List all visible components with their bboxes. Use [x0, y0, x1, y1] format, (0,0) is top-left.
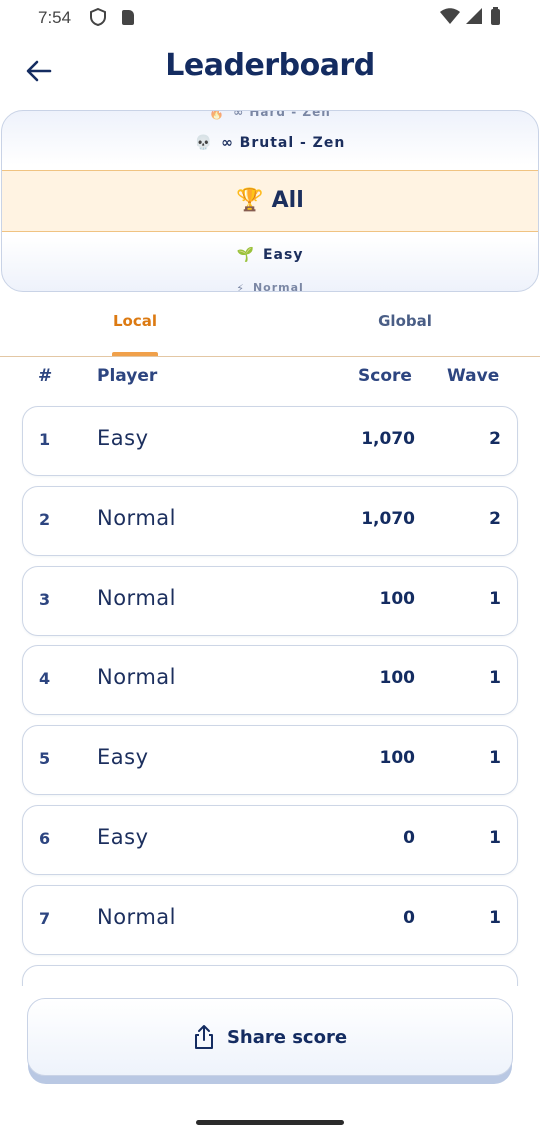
- row-score: 0: [403, 828, 415, 848]
- row-wave: 1: [489, 589, 501, 609]
- shield-icon: [90, 7, 106, 30]
- column-header-rank: #: [38, 366, 53, 386]
- tab-local[interactable]: Local: [0, 312, 270, 330]
- row-wave: 1: [489, 828, 501, 848]
- row-score: 100: [379, 589, 416, 609]
- row-wave: 2: [489, 509, 501, 529]
- table-header: # Player Score Wave: [0, 364, 540, 392]
- tab-indicator: [112, 352, 158, 356]
- column-header-player: Player: [97, 366, 158, 386]
- table-row: 7 Normal 0 1: [22, 885, 518, 955]
- table-row: 1 Easy 1,070 2: [22, 406, 518, 476]
- row-wave: 1: [489, 748, 501, 768]
- status-time: 7:54: [38, 8, 72, 27]
- table-row: 4 Normal 100 1: [22, 645, 518, 715]
- row-score: 100: [379, 748, 416, 768]
- row-rank: 2: [39, 510, 51, 529]
- table-row: 3 Normal 100 1: [22, 566, 518, 636]
- gesture-nav-handle[interactable]: [196, 1120, 344, 1125]
- fire-icon: 🔥: [209, 110, 226, 120]
- status-bar: 7:54: [0, 0, 540, 36]
- row-player: Easy: [97, 825, 149, 849]
- lightning-icon: ⚡: [236, 281, 245, 292]
- leaderboard-list[interactable]: 1 Easy 1,070 2 2 Normal 1,070 2 3 Normal…: [0, 396, 540, 986]
- seedling-icon: 🌱: [236, 247, 255, 263]
- row-rank: 5: [39, 749, 51, 768]
- column-header-wave: Wave: [447, 366, 500, 386]
- tab-global[interactable]: Global: [270, 312, 540, 330]
- sd-card-icon: [122, 10, 134, 25]
- wifi-icon: [440, 8, 460, 24]
- row-player: Easy: [97, 745, 149, 769]
- row-wave: 1: [489, 908, 501, 928]
- mode-option-normal[interactable]: ⚡ Normal: [2, 281, 538, 292]
- trophy-icon: 🏆: [236, 188, 264, 213]
- battery-icon: [491, 7, 500, 25]
- row-rank: 7: [39, 909, 51, 928]
- row-wave: 1: [489, 668, 501, 688]
- mode-option-hard-zen[interactable]: 🔥 ∞ Hard - Zen: [2, 110, 538, 120]
- row-score: 100: [379, 668, 416, 688]
- mode-picker[interactable]: 🔥 ∞ Hard - Zen 💀 ∞ Brutal - Zen 🏆 All 🌱 Easy…: [1, 110, 539, 292]
- row-rank: 3: [39, 590, 51, 609]
- skull-icon: 💀: [194, 135, 214, 151]
- signal-icon: [466, 8, 482, 24]
- share-score-button[interactable]: Share score: [27, 998, 513, 1076]
- row-score: 1,070: [361, 509, 415, 529]
- table-row: 5 Easy 100 1: [22, 725, 518, 795]
- page-title: Leaderboard: [165, 48, 375, 83]
- row-player: Normal: [97, 506, 176, 530]
- row-score: 0: [403, 908, 415, 928]
- table-row: 2 Normal 1,070 2: [22, 486, 518, 556]
- table-row-partial: [22, 965, 518, 986]
- row-rank: 6: [39, 829, 51, 848]
- mode-option-brutal-zen[interactable]: 💀 ∞ Brutal - Zen: [2, 135, 538, 151]
- row-rank: 1: [39, 430, 51, 449]
- row-player: Easy: [97, 426, 149, 450]
- row-wave: 2: [489, 429, 501, 449]
- share-score-label: Share score: [226, 1026, 348, 1048]
- column-header-score: Score: [358, 366, 412, 386]
- table-row: 6 Easy 0 1: [22, 805, 518, 875]
- row-player: Normal: [97, 586, 176, 610]
- row-rank: 4: [39, 669, 51, 688]
- share-icon: [194, 1025, 213, 1049]
- mode-option-all[interactable]: 🏆 All: [2, 170, 538, 232]
- row-player: Normal: [97, 905, 176, 929]
- mode-option-easy[interactable]: 🌱 Easy: [2, 247, 538, 263]
- row-score: 1,070: [361, 429, 415, 449]
- tab-bar: Local Global: [0, 298, 540, 357]
- row-player: Normal: [97, 665, 176, 689]
